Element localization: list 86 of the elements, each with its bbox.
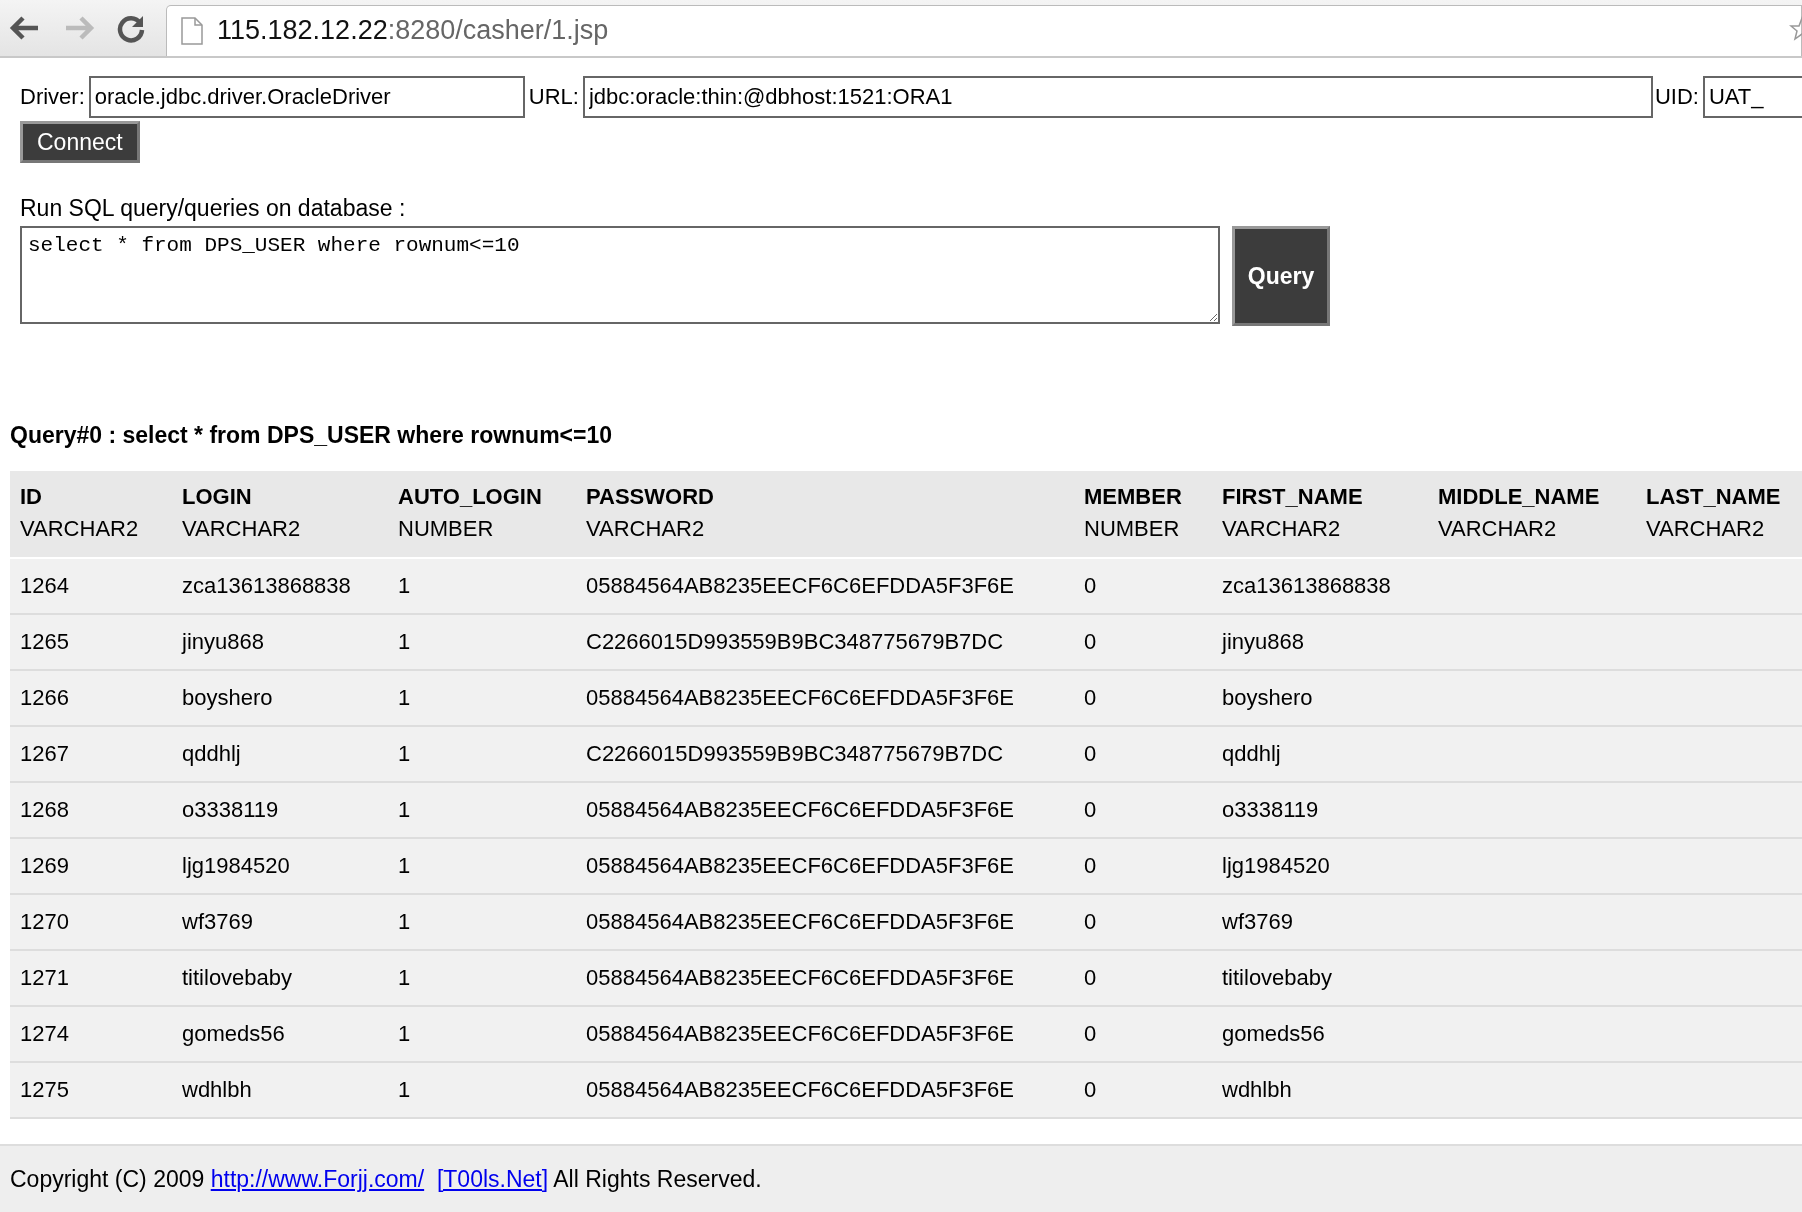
tools-link[interactable]: [T00ls.Net] (436, 1165, 549, 1192)
table-cell: jinyu868 (172, 614, 388, 670)
table-cell: 1268 (10, 782, 172, 838)
query-heading: Query#0 : select * from DPS_USER where rownum<=10 (10, 422, 614, 449)
table-cell: 0 (1074, 950, 1212, 1006)
query-button[interactable]: Query (1232, 226, 1330, 326)
sql-input[interactable]: select * from DPS_USER where rownum<=10 (20, 226, 1220, 324)
table-cell: 0 (1074, 558, 1212, 614)
table-cell: 1274 (10, 1006, 172, 1062)
uid-field[interactable]: UAT_ (1702, 76, 1802, 118)
table-cell: qddhlj (1212, 726, 1428, 782)
table-cell: o3338119 (172, 782, 388, 838)
table-cell: 0 (1074, 838, 1212, 894)
address-text: 115.182.12.22:8280/casher/1.jsp (217, 15, 609, 46)
copyright-text: Copyright (C) 2009 http://www.Forjj.com/ [T00ls.Net] All Rights Reserved. (10, 1165, 762, 1193)
table-cell: 1 (388, 614, 576, 670)
table-cell: gomeds56 (172, 1006, 388, 1062)
column-header: AUTO_LOGIN NUMBER (388, 471, 576, 558)
column-header: ID VARCHAR2 (10, 471, 172, 558)
table-cell: wf3769 (1212, 894, 1428, 950)
table-cell: 1 (388, 950, 576, 1006)
column-header: FIRST_NAME VARCHAR2 (1212, 471, 1428, 558)
table-cell: 1267 (10, 726, 172, 782)
table-cell: wdhlbh (1212, 1062, 1428, 1118)
column-header: MEMBER NUMBER (1074, 471, 1212, 558)
table-cell: 1 (388, 1006, 576, 1062)
table-cell: 0 (1074, 614, 1212, 670)
table-cell: C2266015D993559B9BC348775679B7DC (576, 726, 1074, 782)
connect-button[interactable]: Connect (20, 121, 140, 163)
table-cell: 05884564AB8235EECF6C6EFDDA5F3F6E (576, 1006, 1074, 1062)
url-field[interactable]: jdbc:oracle:thin:@dbhost:1521:ORA1 (582, 76, 1653, 118)
table-cell: zca13613868838 (1212, 558, 1428, 614)
table-cell: 05884564AB8235EECF6C6EFDDA5F3F6E (576, 558, 1074, 614)
table-cell: o3338119 (1212, 782, 1428, 838)
table-cell: qddhlj (172, 726, 388, 782)
table-cell: 05884564AB8235EECF6C6EFDDA5F3F6E (576, 782, 1074, 838)
driver-label: Driver: (20, 84, 85, 110)
table-cell: wf3769 (172, 894, 388, 950)
address-bar[interactable]: 115.182.12.22:8280/casher/1.jsp (166, 4, 1802, 56)
table-cell: 0 (1074, 894, 1212, 950)
column-header: PASSWORD VARCHAR2 (576, 471, 1074, 558)
table-cell: zca13613868838 (172, 558, 388, 614)
table-cell: 05884564AB8235EECF6C6EFDDA5F3F6E (576, 670, 1074, 726)
table-cell: titilovebaby (172, 950, 388, 1006)
uid-label: UID: (1654, 84, 1699, 110)
forjj-link[interactable]: http://www.Forjj.com/ (210, 1165, 425, 1192)
table-cell: boyshero (172, 670, 388, 726)
table-cell: 05884564AB8235EECF6C6EFDDA5F3F6E (576, 1062, 1074, 1118)
table-cell: 0 (1074, 1062, 1212, 1118)
reload-icon[interactable] (116, 13, 146, 43)
table-cell: 1275 (10, 1062, 172, 1118)
sql-label: Run SQL query/queries on database : (20, 195, 407, 222)
table-cell: 05884564AB8235EECF6C6EFDDA5F3F6E (576, 838, 1074, 894)
table-cell: 1266 (10, 670, 172, 726)
table-cell: ljg1984520 (1212, 838, 1428, 894)
table-cell: 0 (1074, 726, 1212, 782)
table-cell: 1269 (10, 838, 172, 894)
table-cell: 1 (388, 670, 576, 726)
column-header: MIDDLE_NAME VARCHAR2 (1428, 471, 1636, 558)
table-cell: 05884564AB8235EECF6C6EFDDA5F3F6E (576, 894, 1074, 950)
table-cell: 1 (388, 782, 576, 838)
table-cell: ljg1984520 (172, 838, 388, 894)
page-icon (181, 16, 203, 45)
table-cell: 1 (388, 558, 576, 614)
table-cell: 1 (388, 726, 576, 782)
table-cell: 1270 (10, 894, 172, 950)
table-cell: 0 (1074, 1006, 1212, 1062)
table-cell: 1271 (10, 950, 172, 1006)
url-label: URL: (528, 84, 579, 110)
table-cell: 1 (388, 838, 576, 894)
table-cell: wdhlbh (172, 1062, 388, 1118)
table-cell: C2266015D993559B9BC348775679B7DC (576, 614, 1074, 670)
table-cell: jinyu868 (1212, 614, 1428, 670)
column-header: LAST_NAME VARCHAR2 (1636, 471, 1802, 558)
column-header: LOGIN VARCHAR2 (172, 471, 388, 558)
table-cell: 1265 (10, 614, 172, 670)
table-cell: boyshero (1212, 670, 1428, 726)
table-cell: 0 (1074, 782, 1212, 838)
driver-field[interactable]: oracle.jdbc.driver.OracleDriver (88, 76, 525, 118)
table-cell: gomeds56 (1212, 1006, 1428, 1062)
table-cell: 0 (1074, 670, 1212, 726)
table-cell: titilovebaby (1212, 950, 1428, 1006)
table-cell: 1264 (10, 558, 172, 614)
table-cell: 1 (388, 894, 576, 950)
table-cell: 05884564AB8235EECF6C6EFDDA5F3F6E (576, 950, 1074, 1006)
table-cell: 1 (388, 1062, 576, 1118)
